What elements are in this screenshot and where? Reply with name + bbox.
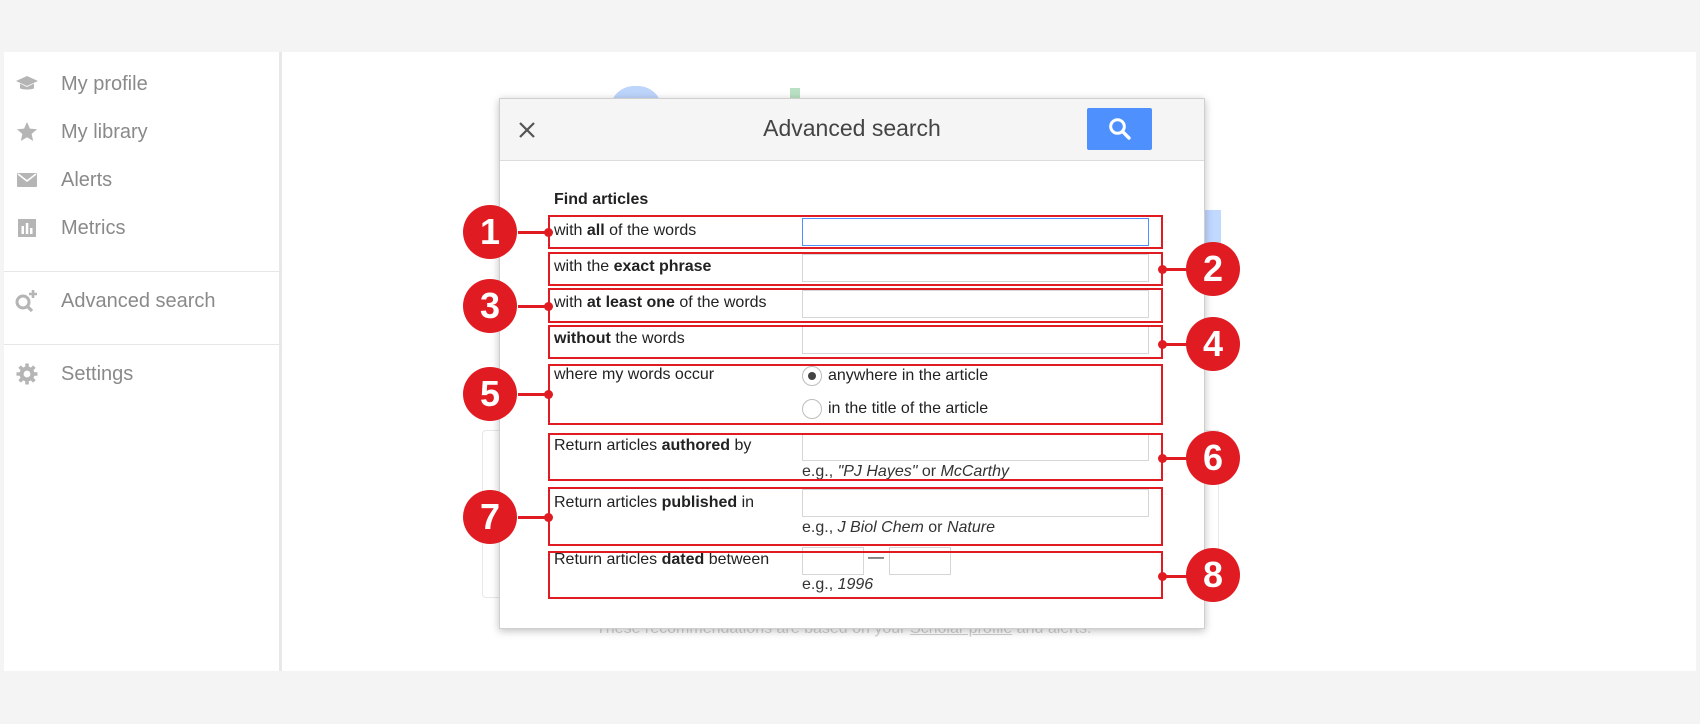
graduation-cap-icon xyxy=(14,71,40,97)
annotation-dot xyxy=(544,302,553,311)
annotation-badge-6: 6 xyxy=(1186,431,1240,485)
annotation-dot xyxy=(1158,572,1167,581)
sidebar-divider xyxy=(4,344,282,345)
annotation-box-6 xyxy=(548,433,1163,481)
annotation-badge-7: 7 xyxy=(463,490,517,544)
annotation-dot xyxy=(544,390,553,399)
sidebar-item-metrics[interactable]: Metrics xyxy=(4,208,282,248)
annotation-box-3 xyxy=(548,288,1163,323)
search-icon xyxy=(1108,118,1131,140)
sidebar-item-label: My profile xyxy=(61,72,148,95)
annotation-dot xyxy=(544,513,553,522)
find-articles-heading: Find articles xyxy=(554,191,649,208)
sidebar-item-settings[interactable]: Settings xyxy=(4,354,282,394)
sidebar-item-label: Metrics xyxy=(61,216,126,239)
sidebar-item-label: My library xyxy=(61,120,148,143)
envelope-icon xyxy=(14,167,40,193)
sidebar-item-label: Advanced search xyxy=(61,289,216,312)
sidebar: My profile My library Alerts Metrics Adv… xyxy=(4,52,282,671)
sidebar-item-label: Alerts xyxy=(61,168,113,191)
chart-icon xyxy=(14,215,40,241)
dialog-header: Advanced search xyxy=(500,99,1204,161)
annotation-box-2 xyxy=(548,252,1163,286)
sidebar-item-label: Settings xyxy=(61,362,134,385)
annotation-badge-5: 5 xyxy=(463,367,517,421)
star-icon xyxy=(14,119,40,145)
annotation-badge-4: 4 xyxy=(1186,317,1240,371)
annotation-box-4 xyxy=(548,325,1163,359)
annotation-box-5 xyxy=(548,364,1163,425)
annotation-box-1 xyxy=(548,215,1163,249)
gear-icon xyxy=(14,361,40,387)
annotation-dot xyxy=(1158,340,1167,349)
annotation-box-8 xyxy=(548,551,1163,599)
annotation-box-7 xyxy=(548,487,1163,546)
search-button[interactable] xyxy=(1087,108,1152,150)
annotation-dot xyxy=(1158,265,1167,274)
annotation-dot xyxy=(544,228,553,237)
sidebar-item-alerts[interactable]: Alerts xyxy=(4,160,282,200)
annotation-badge-3: 3 xyxy=(463,279,517,333)
sidebar-item-my-library[interactable]: My library xyxy=(4,112,282,152)
annotation-dot xyxy=(1158,454,1167,463)
sidebar-item-my-profile[interactable]: My profile xyxy=(4,64,282,104)
annotation-badge-1: 1 xyxy=(463,205,517,259)
sidebar-item-advanced-search[interactable]: Advanced search xyxy=(4,281,282,321)
annotation-badge-2: 2 xyxy=(1186,242,1240,296)
sidebar-divider xyxy=(4,271,282,272)
annotation-badge-8: 8 xyxy=(1186,548,1240,602)
search-plus-icon xyxy=(14,288,40,314)
